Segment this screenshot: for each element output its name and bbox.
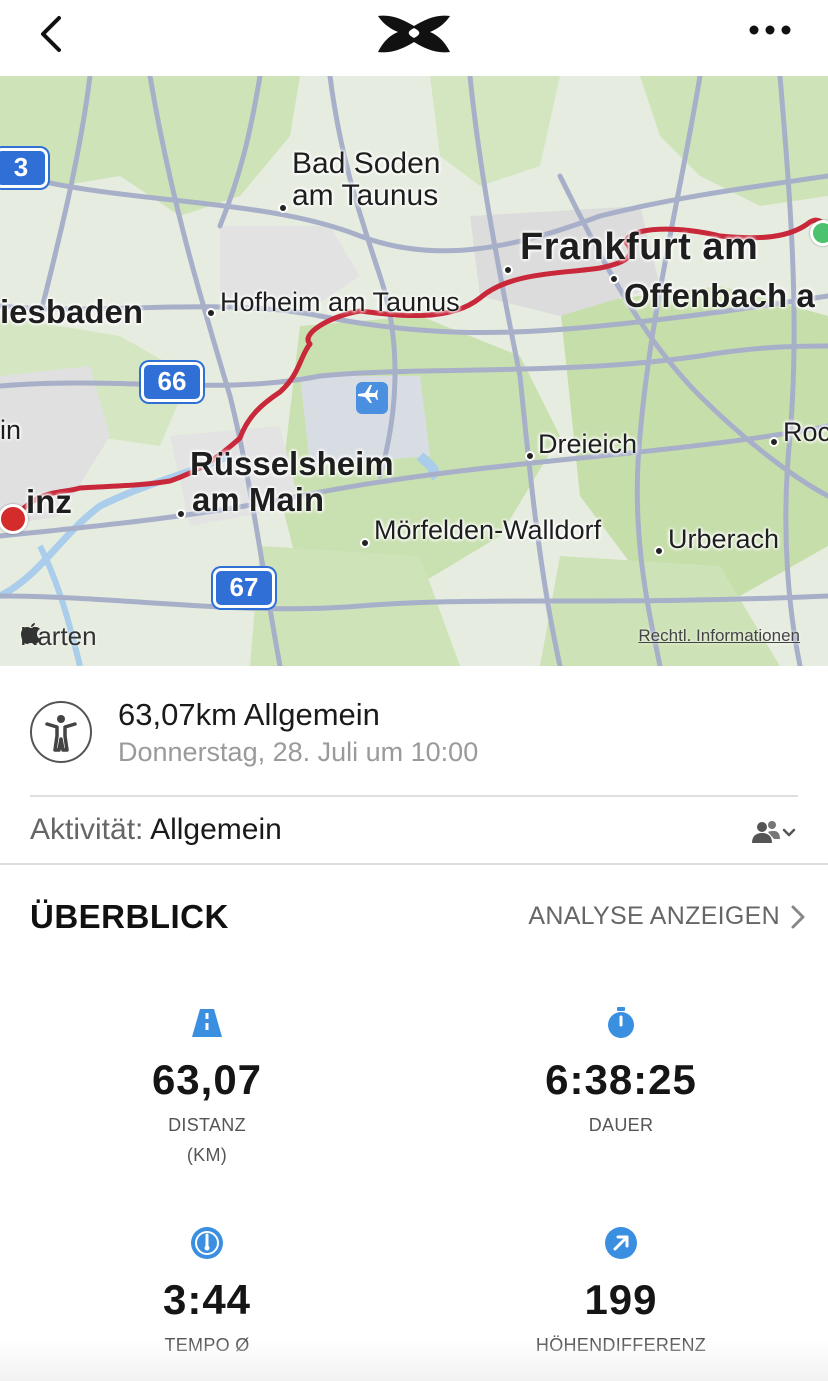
map-label-urberach: Urberach xyxy=(668,524,780,554)
bottom-fade xyxy=(0,1340,828,1381)
top-bar xyxy=(0,0,828,76)
city-dot-moerfelden xyxy=(360,538,370,548)
overview-title: ÜBERBLICK xyxy=(30,898,229,935)
analyse-button[interactable]: ANALYSE ANZEIGEN xyxy=(528,902,806,931)
city-dot-rod xyxy=(769,437,779,447)
map-label-wiesbaden: iesbaden xyxy=(0,293,144,330)
stat-distance-unit: (KM) xyxy=(186,1145,228,1165)
privacy-selector[interactable] xyxy=(748,819,798,847)
route-map[interactable]: 3 66 67 Bad Soden am Taunus Frankfurt am… xyxy=(0,76,828,666)
highway-shield-a67: 67 xyxy=(213,568,275,608)
stopwatch-icon xyxy=(608,1007,634,1038)
apple-logo-icon xyxy=(21,623,40,644)
map-label-rod: Roc xyxy=(783,417,828,447)
analyse-label: ANALYSE ANZEIGEN xyxy=(528,902,780,930)
arrow-up-right-icon xyxy=(605,1227,637,1259)
city-dot-offenbach xyxy=(609,274,619,284)
city-dot-bad-soden xyxy=(278,203,288,213)
under-armour-logo xyxy=(374,10,454,58)
workout-title: 63,07km Allgemein xyxy=(118,697,380,732)
stat-duration-value: 6:38:25 xyxy=(545,1056,697,1103)
person-activity-icon xyxy=(30,701,92,763)
stat-distance-value: 63,07 xyxy=(151,1056,263,1103)
city-dot-urberach xyxy=(654,546,664,556)
activity-type: Aktivität: Allgemein xyxy=(30,813,282,847)
stat-elevation-value: 199 xyxy=(584,1276,658,1323)
road-icon xyxy=(192,1009,222,1037)
more-horizontal-icon xyxy=(749,25,791,35)
map-label-ruesselsheim-1: Rüsselsheim xyxy=(190,445,394,482)
map-label-frankfurt: Frankfurt am xyxy=(520,226,759,268)
map-label-bad-soden-1: Bad Soden xyxy=(292,147,441,180)
activity-type-value: Allgemein xyxy=(150,813,282,846)
map-label-ruesselsheim-2: am Main xyxy=(192,481,325,518)
stat-distance-label: DISTANZ xyxy=(168,1115,246,1135)
activity-row: Aktivität: Allgemein xyxy=(0,797,828,863)
stat-distance: 63,07 DISTANZ (KM) xyxy=(0,1006,414,1170)
chevron-right-icon xyxy=(791,905,805,928)
friends-icon xyxy=(752,821,796,843)
map-attribution: Karten xyxy=(20,621,97,652)
highway-shield-a3: 3 xyxy=(0,148,48,188)
map-label-dreieich: Dreieich xyxy=(538,429,638,459)
stat-duration: 6:38:25 DAUER xyxy=(414,1006,828,1140)
city-dot-dreieich xyxy=(525,451,535,461)
more-options-button[interactable] xyxy=(738,14,798,50)
city-dot-frankfurt xyxy=(503,265,513,275)
workout-date: Donnerstag, 28. Juli um 10:00 xyxy=(118,737,479,767)
chevron-left-icon xyxy=(41,16,61,52)
map-legal-link[interactable]: Rechtl. Informationen xyxy=(638,626,800,646)
map-label-offenbach: Offenbach a xyxy=(624,277,815,314)
map-label-mainz: inz xyxy=(26,483,72,520)
map-label-bad-soden-2: am Taunus xyxy=(292,179,439,212)
stat-duration-label: DAUER xyxy=(588,1115,654,1135)
highway-shield-a66: 66 xyxy=(141,362,203,402)
workout-summary: 63,07km Allgemein Donnerstag, 28. Juli u… xyxy=(0,665,828,797)
speedometer-icon xyxy=(191,1227,223,1259)
city-dot-hofheim xyxy=(206,308,216,318)
map-label-in: in xyxy=(0,415,22,445)
airport-icon xyxy=(356,382,388,414)
map-label-moerfelden: Mörfelden-Walldorf xyxy=(374,515,602,545)
back-button[interactable] xyxy=(30,12,74,56)
activity-type-label: Aktivität: xyxy=(30,813,144,846)
map-label-hofheim: Hofheim am Taunus xyxy=(220,287,460,317)
stat-pace-value: 3:44 xyxy=(162,1276,252,1323)
divider xyxy=(0,863,828,865)
city-dot-ruesselsheim xyxy=(176,509,186,519)
